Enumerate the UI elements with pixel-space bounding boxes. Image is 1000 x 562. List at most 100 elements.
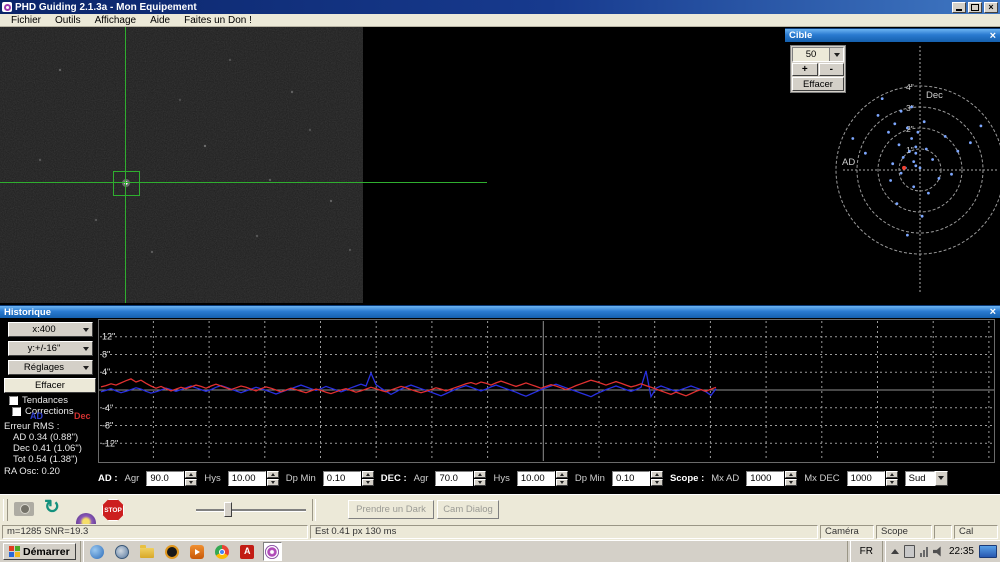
quicklaunch-player-icon[interactable] (188, 542, 207, 561)
param-value[interactable]: 0.10 (322, 470, 361, 486)
stop-icon[interactable]: STOP (102, 499, 124, 521)
param-label: Hys (204, 472, 221, 484)
param-spinbox[interactable]: 90.0 (146, 470, 198, 486)
spin-up-icon[interactable] (474, 470, 487, 478)
spin-up-icon[interactable] (885, 470, 898, 478)
param-value[interactable]: 10.00 (516, 470, 555, 486)
gamma-slider-handle[interactable] (224, 502, 232, 517)
menu-aide[interactable]: Aide (143, 15, 177, 26)
quicklaunch-globe-icon[interactable] (113, 542, 132, 561)
spin-down-icon[interactable] (555, 478, 568, 486)
spin-down-icon[interactable] (266, 478, 279, 486)
param-spinbox[interactable]: 1000 (846, 470, 898, 486)
param-value[interactable]: 1000 (746, 470, 785, 486)
spin-down-icon[interactable] (885, 478, 898, 486)
quicklaunch-phd-icon[interactable] (262, 542, 282, 561)
spin-up-icon[interactable] (555, 470, 568, 478)
spin-up-icon[interactable] (785, 470, 798, 478)
cible-panel-titlebar[interactable]: Cible × (785, 28, 1000, 42)
chevron-down-icon[interactable] (79, 361, 92, 374)
quicklaunch-pdf-icon[interactable] (238, 542, 257, 561)
trends-checkbox[interactable] (9, 396, 18, 405)
menu-faites-un-don[interactable]: Faites un Don ! (177, 15, 259, 26)
quicklaunch-media-icon[interactable] (163, 542, 182, 561)
chevron-down-icon[interactable] (829, 48, 843, 61)
param-spinbox[interactable]: 10.00 (227, 470, 279, 486)
minimize-button[interactable] (952, 1, 966, 13)
quicklaunch-browser-icon[interactable] (88, 542, 107, 561)
show-hidden-icons-icon[interactable] (890, 549, 899, 554)
start-button[interactable]: Démarrer (3, 543, 76, 560)
corrections-checkbox[interactable] (12, 407, 21, 416)
spin-up-icon[interactable] (185, 470, 198, 478)
quicklaunch-folder-icon[interactable] (138, 542, 157, 561)
take-dark-button[interactable]: Prendre un Dark (348, 500, 434, 519)
quicklaunch-chrome-icon[interactable] (213, 542, 232, 561)
spin-up-icon[interactable] (266, 470, 279, 478)
x-scale-dropdown[interactable]: x:400 (8, 322, 93, 337)
menu-affichage[interactable]: Affichage (88, 15, 144, 26)
quick-launch (88, 542, 282, 561)
spin-down-icon[interactable] (185, 478, 198, 486)
camera-icon[interactable] (14, 502, 34, 516)
cible-clear-button[interactable]: Effacer (792, 77, 844, 91)
legend-dec-label: Dec (74, 411, 91, 421)
menu-outils[interactable]: Outils (48, 15, 88, 26)
cible-controls: 50 + - Effacer (790, 45, 846, 93)
chevron-down-icon[interactable] (79, 323, 92, 336)
x-scale-value: x:400 (32, 324, 56, 335)
param-value[interactable]: 70.0 (435, 470, 474, 486)
target-scale-dropdown[interactable]: 50 (792, 47, 844, 62)
language-indicator[interactable]: FR (856, 546, 877, 557)
dec-guide-mode-dropdown[interactable]: Sud (904, 470, 948, 486)
loop-exposures-icon[interactable]: ↻ (44, 498, 60, 518)
close-button[interactable]: × (984, 1, 998, 13)
historique-close-icon[interactable]: × (990, 307, 996, 318)
spin-up-icon[interactable] (361, 470, 374, 478)
cible-panel-title: Cible (789, 30, 813, 41)
spin-down-icon[interactable] (650, 478, 663, 486)
spin-up-icon[interactable] (650, 470, 663, 478)
svg-text:4": 4" (906, 82, 914, 92)
param-value[interactable]: 10.00 (227, 470, 266, 486)
zoom-in-button[interactable]: + (792, 63, 818, 76)
spin-down-icon[interactable] (474, 478, 487, 486)
param-spinbox[interactable]: 0.10 (322, 470, 374, 486)
gamma-slider-track[interactable] (196, 509, 306, 512)
param-spinbox[interactable]: 70.0 (435, 470, 487, 486)
start-label: Démarrer (23, 545, 70, 558)
history-clear-button[interactable]: Effacer (4, 378, 96, 393)
param-spinbox[interactable]: 0.10 (611, 470, 663, 486)
toolbar-grip[interactable] (3, 499, 8, 521)
spin-down-icon[interactable] (361, 478, 374, 486)
spin-down-icon[interactable] (785, 478, 798, 486)
title-bar[interactable]: PHD Guiding 2.1.3a - Mon Equipement × (0, 0, 1000, 14)
camera-image[interactable] (0, 27, 363, 303)
param-value[interactable]: 0.10 (611, 470, 650, 486)
volume-icon[interactable] (932, 546, 941, 557)
param-spinbox[interactable]: 10.00 (516, 470, 568, 486)
rms-ad: AD 0.34 (0.88") (13, 432, 79, 443)
clock[interactable]: 22:35 (949, 546, 974, 557)
svg-text:-8": -8" (102, 421, 113, 431)
y-scale-dropdown[interactable]: y:+/-16" (8, 341, 93, 356)
restore-button[interactable] (968, 1, 982, 13)
chevron-down-icon[interactable] (79, 342, 92, 355)
removable-device-icon[interactable] (903, 545, 915, 558)
param-value[interactable]: 1000 (846, 470, 885, 486)
svg-text:4": 4" (102, 367, 110, 377)
network-signal-icon[interactable] (919, 546, 928, 557)
settings-dropdown[interactable]: Réglages (8, 360, 93, 375)
param-value[interactable]: 90.0 (146, 470, 185, 486)
zoom-out-button[interactable]: - (818, 63, 844, 76)
menu-fichier[interactable]: Fichier (4, 15, 48, 26)
chevron-down-icon[interactable] (934, 470, 948, 486)
cible-close-icon[interactable]: × (990, 30, 996, 41)
param-spinbox[interactable]: 1000 (746, 470, 798, 486)
globe-icon (115, 544, 130, 559)
historique-panel-titlebar[interactable]: Historique × (0, 305, 1000, 318)
guide-star-selection-box (113, 171, 140, 196)
crosshair-horizontal-line (0, 182, 487, 183)
cam-dialog-button[interactable]: Cam Dialog (437, 500, 499, 519)
show-desktop-icon[interactable] (979, 545, 997, 558)
